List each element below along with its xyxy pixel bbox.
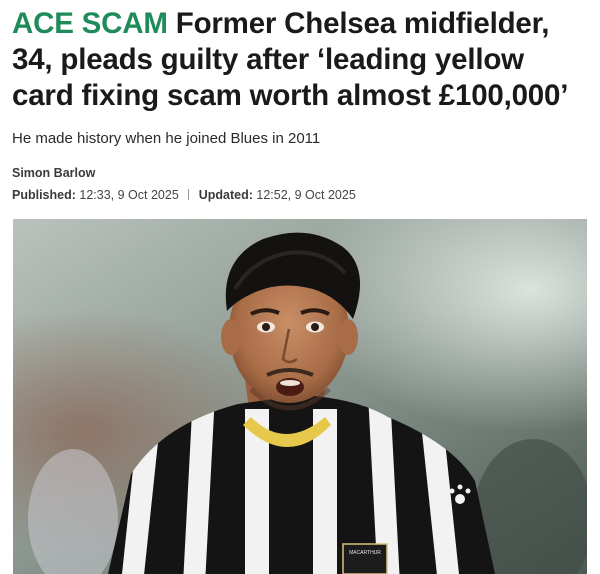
updated-label: Updated:: [198, 188, 253, 202]
article-dates: Published: 12:33, 9 Oct 2025 Updated: 12…: [12, 188, 356, 202]
updated-time: 12:52, 9 Oct 2025: [256, 188, 356, 202]
headline: ACE SCAM Former Chelsea midfielder, 34, …: [12, 6, 592, 114]
sponsor-badge-text: MACARTHUR: [349, 550, 381, 556]
date-divider: [188, 189, 190, 200]
article-photo[interactable]: MACARTHUR: [13, 219, 587, 574]
headline-kicker: ACE SCAM: [12, 7, 168, 40]
published-time: 12:33, 9 Oct 2025: [79, 188, 179, 202]
author-link[interactable]: Simon Barlow: [12, 166, 95, 180]
article: ACE SCAM Former Chelsea midfielder, 34, …: [12, 6, 592, 202]
published-label: Published:: [12, 188, 76, 202]
photo-illustration: MACARTHUR: [13, 219, 587, 574]
standfirst: He made history when he joined Blues in …: [12, 130, 321, 147]
